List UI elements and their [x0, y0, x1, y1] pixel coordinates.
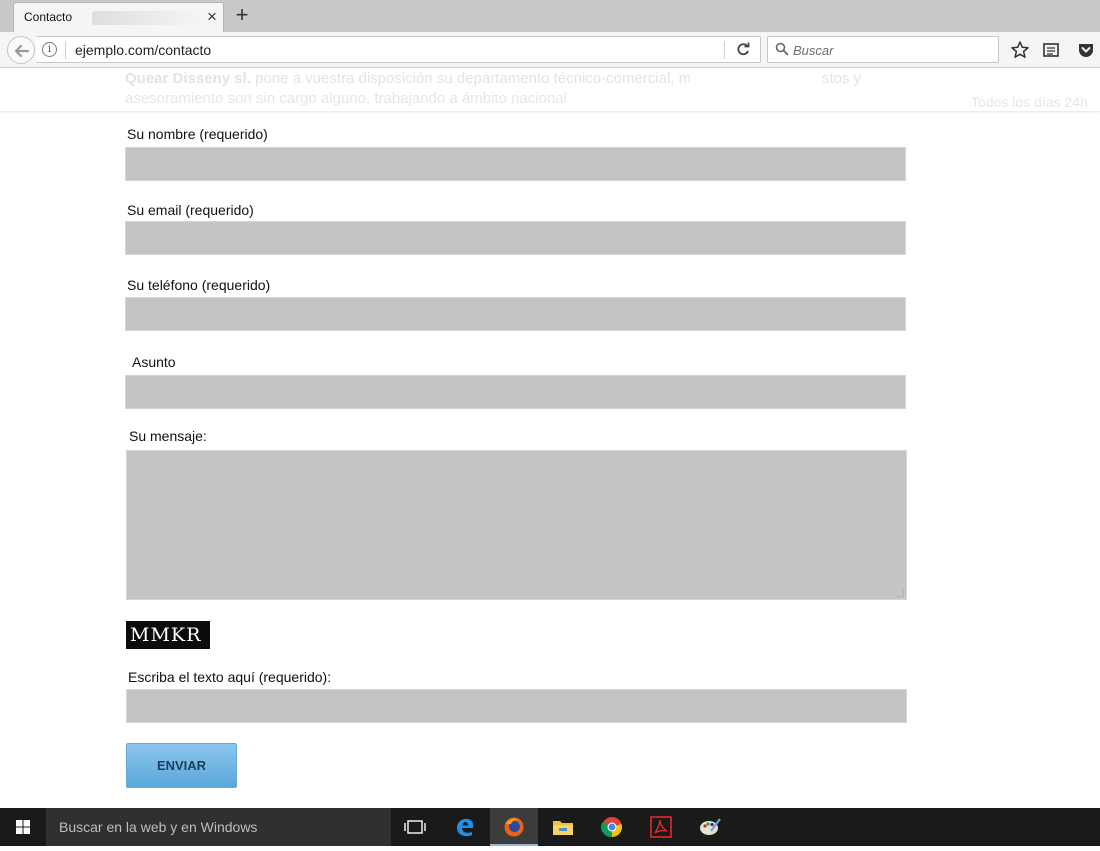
submit-button[interactable]: ENVIAR [126, 743, 237, 788]
captcha-input[interactable] [126, 689, 907, 723]
email-input[interactable] [125, 221, 906, 255]
close-tab-icon[interactable]: × [202, 7, 222, 27]
search-placeholder: Buscar [793, 43, 834, 58]
paint-palette-icon [700, 818, 721, 835]
url-bar[interactable]: i ejemplo.com/contacto [36, 36, 761, 63]
paint-app[interactable] [686, 808, 734, 846]
acrobat-app[interactable] [637, 808, 685, 846]
back-button[interactable] [7, 36, 35, 64]
search-bar[interactable]: Buscar [767, 36, 999, 63]
phone-label: Su teléfono (requerido) [127, 277, 271, 293]
tab-bar: Contacto × + [0, 0, 1100, 32]
url-separator [65, 41, 66, 59]
reload-icon[interactable] [735, 41, 751, 57]
name-label: Su nombre (requerido) [127, 126, 268, 142]
reading-list-icon[interactable] [1041, 40, 1061, 60]
navigation-toolbar: i ejemplo.com/contacto Buscar [0, 32, 1100, 68]
resize-grip-icon[interactable] [896, 589, 904, 597]
intro-text-line1: Quear Disseny sl. pone a vuestra disposi… [125, 70, 692, 87]
intro-text-line1-right: stos y [822, 70, 862, 87]
subject-input[interactable] [125, 375, 906, 409]
windows-logo-icon [16, 820, 30, 834]
new-tab-button[interactable]: + [230, 3, 254, 27]
start-button[interactable] [0, 808, 46, 846]
message-label: Su mensaje: [129, 428, 207, 444]
task-view-button[interactable] [391, 808, 439, 846]
page-header-faded: Quear Disseny sl. pone a vuestra disposi… [0, 68, 1100, 112]
firefox-icon [504, 817, 524, 837]
tab-contacto[interactable]: Contacto × [13, 2, 224, 32]
search-icon [775, 42, 789, 56]
file-explorer-app[interactable] [539, 808, 587, 846]
message-textarea[interactable] [126, 450, 907, 600]
captcha-text: MMKR [130, 624, 202, 646]
bookmark-star-icon[interactable] [1010, 40, 1030, 60]
task-view-icon [404, 820, 426, 834]
intro-text-line2: asesoramiento son sin cargo alguno, trab… [125, 90, 567, 107]
url-text[interactable]: ejemplo.com/contacto [75, 42, 211, 58]
captcha-label: Escriba el texto aquí (requerido): [128, 669, 332, 685]
firefox-app[interactable] [490, 808, 538, 846]
hours-text: Todos los días 24h [971, 94, 1088, 110]
taskbar-search-text: Buscar en la web y en Windows [59, 819, 258, 835]
windows-taskbar: Buscar en la web y en Windows [0, 808, 1100, 846]
edge-icon [457, 818, 474, 837]
captcha-image: MMKR [126, 621, 210, 649]
acrobat-icon [650, 816, 672, 838]
email-label: Su email (requerido) [127, 202, 254, 218]
info-icon[interactable]: i [42, 42, 57, 57]
subject-label: Asunto [132, 354, 176, 370]
phone-input[interactable] [125, 297, 906, 331]
url-separator-right [724, 41, 725, 59]
tab-title: Contacto [24, 10, 73, 24]
chrome-app[interactable] [588, 808, 636, 846]
tab-title-fade [92, 11, 204, 25]
chrome-icon [601, 817, 622, 838]
pocket-icon[interactable] [1076, 40, 1096, 60]
name-input[interactable] [125, 147, 906, 181]
edge-app[interactable] [441, 808, 489, 846]
folder-icon [553, 821, 573, 835]
back-arrow-icon [14, 44, 30, 58]
taskbar-search-box[interactable]: Buscar en la web y en Windows [46, 808, 391, 846]
